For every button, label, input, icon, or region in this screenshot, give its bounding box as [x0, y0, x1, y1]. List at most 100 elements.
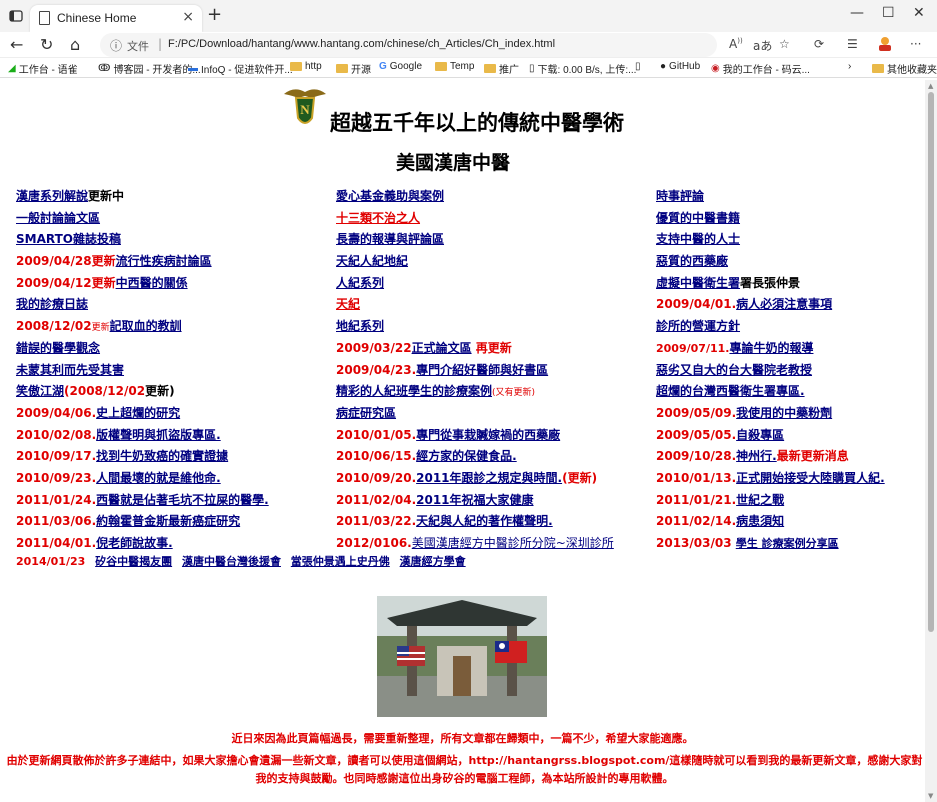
article-link[interactable]: 精彩的人紀班學生的診療案例	[336, 384, 492, 398]
article-link[interactable]: 西醫就是佔著毛坑不拉屎的醫學.	[96, 493, 269, 507]
bookmark-temp[interactable]: Temp	[435, 61, 474, 72]
article-link[interactable]: 支持中醫的人士	[656, 232, 740, 246]
article-link[interactable]: 流行性疾病討論區	[116, 254, 212, 268]
bottom-link[interactable]: 漢唐中醫台灣後援會	[182, 555, 281, 568]
favorites-icon[interactable]: ☰	[847, 37, 858, 51]
article-link[interactable]: 優質的中醫書籍	[656, 211, 740, 225]
minimize-button[interactable]: —	[850, 5, 864, 21]
article-link[interactable]: 天紀人紀地紀	[336, 254, 408, 268]
page-icon: ▯	[529, 63, 535, 74]
article-link[interactable]: 虛擬中醫衛生署	[656, 276, 740, 290]
article-link[interactable]: 學生 診療案例分享區	[736, 537, 839, 550]
bookmark-promo[interactable]: 推广	[484, 61, 519, 76]
article-link[interactable]: 專門介紹好醫師與好書區	[416, 363, 548, 377]
article-link[interactable]: 2011年跟診之規定與時間.	[416, 471, 562, 485]
article-link[interactable]: 找到牛奶致癌的確實證據	[96, 449, 228, 463]
scrollbar-thumb[interactable]	[928, 92, 934, 632]
article-link[interactable]: 神州行.	[736, 449, 777, 463]
close-window-button[interactable]: ✕	[913, 5, 925, 21]
article-link[interactable]: 版權聲明與抓盜版專區.	[96, 428, 221, 442]
bookmark-other-favorites[interactable]: 其他收藏夹	[872, 61, 937, 76]
article-link[interactable]: 惡質的西藥廠	[656, 254, 728, 268]
scroll-down-icon[interactable]: ▼	[928, 792, 933, 800]
scroll-up-icon[interactable]: ▲	[928, 82, 933, 90]
home-icon[interactable]: ⌂	[70, 35, 80, 54]
info-icon[interactable]: ⓘ	[110, 37, 122, 54]
bookmark-opensource[interactable]: 开源	[336, 61, 371, 76]
article-link[interactable]: 病症研究區	[336, 406, 396, 420]
maximize-button[interactable]: ☐	[882, 5, 895, 21]
bookmark-infoq[interactable]: ▬ InfoQ - 促进软件开...	[188, 61, 293, 76]
bookmark-blank[interactable]: ▯	[635, 61, 641, 72]
bookmark-github[interactable]: ● GitHub	[660, 61, 700, 72]
article-link[interactable]: 經方家的保健食品.	[416, 449, 517, 463]
close-tab-icon[interactable]: ×	[182, 9, 194, 25]
page-scrollbar[interactable]: ▲ ▼	[925, 80, 937, 802]
bookmark-http[interactable]: http	[290, 61, 322, 72]
article-link[interactable]: 約翰霍普金斯最新癌症研究	[96, 514, 240, 528]
link-row: 2009/04/01.病人必須注意事項	[656, 294, 885, 316]
article-link[interactable]: 愛心基金義助與案例	[336, 189, 444, 203]
new-tab-button[interactable]: +	[207, 4, 222, 25]
article-link[interactable]: 人紀系列	[336, 276, 384, 290]
address-bar[interactable]: ⓘ 文件 | F:/PC/Download/hantang/www.hantan…	[100, 33, 717, 57]
more-menu-icon[interactable]: ···	[910, 37, 921, 51]
article-link[interactable]: 時事評論	[656, 189, 704, 203]
article-link[interactable]: 病人必須注意事項	[736, 297, 832, 311]
article-link[interactable]: 天紀與人紀的著作權聲明.	[416, 514, 553, 528]
article-link[interactable]: 人間最壞的就是維他命.	[96, 471, 221, 485]
link-row: 人紀系列	[336, 273, 614, 295]
tab-actions-icon[interactable]	[8, 8, 24, 24]
article-link[interactable]: 專門從事栽贓嫁禍的西藥廠	[416, 428, 560, 442]
back-icon[interactable]: ←	[10, 35, 23, 54]
article-link[interactable]: 中西醫的關係	[116, 276, 188, 290]
link-row: 2010/02/08.版權聲明與抓盜版專區.	[16, 425, 269, 447]
article-link[interactable]: 世紀之戰	[736, 493, 784, 507]
bookmark-cnblogs[interactable]: ↂ 博客园 - 开发者的...	[98, 61, 201, 76]
article-link[interactable]: 倪老師說故事.	[96, 536, 173, 550]
article-link[interactable]: 記取血的教訓	[110, 319, 182, 333]
extensions-icon[interactable]: ⟳	[814, 37, 824, 51]
url-text[interactable]: F:/PC/Download/hantang/www.hantang.com/c…	[168, 38, 555, 50]
article-link[interactable]: 天紀	[336, 297, 360, 311]
bottom-link[interactable]: 矽谷中醫揭友團	[95, 555, 172, 568]
link-row: 2009/05/09.我使用的中藥粉劑	[656, 403, 885, 425]
bottom-link[interactable]: 漢唐經方學會	[400, 555, 466, 568]
article-link[interactable]: 專論牛奶的報導	[729, 341, 813, 355]
article-link[interactable]: 美國漢唐經方中醫診所分院~深圳診所	[412, 536, 614, 550]
article-link[interactable]: 我使用的中藥粉劑	[736, 406, 832, 420]
bottom-link[interactable]: 當張仲景遇上史丹佛	[291, 555, 390, 568]
bookmark-yuque[interactable]: ◢ 工作台 - 语雀	[8, 61, 78, 76]
article-link[interactable]: 正式開始接受大陸購買人紀.	[736, 471, 885, 485]
article-link[interactable]: 地紀系列	[336, 319, 384, 333]
article-link[interactable]: 十三類不治之人	[336, 211, 420, 225]
article-link[interactable]: 錯誤的醫學觀念	[16, 341, 100, 355]
article-link[interactable]: 診所的營運方針	[656, 319, 740, 333]
browser-tab[interactable]: Chinese Home ×	[30, 5, 202, 32]
article-link[interactable]: 惡劣又自大的台大醫院老教授	[656, 363, 812, 377]
translate-icon[interactable]: aあ	[753, 37, 772, 54]
url-scheme: 文件	[127, 40, 149, 53]
bookmark-google[interactable]: G Google	[379, 61, 422, 72]
bookmarks-overflow-icon[interactable]: ›	[848, 61, 851, 72]
article-link[interactable]: 正式論文區	[412, 341, 472, 355]
article-link[interactable]: SMARTO雜誌投稿	[16, 232, 121, 246]
article-link[interactable]: 漢唐系列解說	[16, 189, 88, 203]
article-link[interactable]: 自殺專區	[736, 428, 784, 442]
profile-avatar[interactable]	[877, 37, 893, 54]
favorite-star-icon[interactable]: ☆	[779, 37, 790, 51]
article-link[interactable]: 超爛的台灣西醫衛生署專區.	[656, 384, 805, 398]
article-link[interactable]: 笑傲江湖	[16, 384, 64, 398]
article-link[interactable]: 史上超爛的研究	[96, 406, 180, 420]
reload-icon[interactable]: ↻	[40, 35, 53, 54]
bookmark-gitee[interactable]: ◉ 我的工作台 - 码云...	[711, 61, 810, 76]
article-link[interactable]: 未蒙其利而先受其害	[16, 363, 124, 377]
tab-bar: Chinese Home × + — ☐ ✕	[0, 0, 937, 32]
article-link[interactable]: 病患須知	[736, 514, 784, 528]
article-link[interactable]: 一般討論論文區	[16, 211, 100, 225]
article-link[interactable]: 2011年祝福大家健康	[416, 493, 533, 507]
read-aloud-icon[interactable]: A))	[729, 37, 743, 51]
bookmark-download[interactable]: ▯ 下载: 0.00 B/s, 上传:...	[529, 61, 636, 76]
article-link[interactable]: 我的診療日誌	[16, 297, 88, 311]
article-link[interactable]: 長壽的報導與評論區	[336, 232, 444, 246]
